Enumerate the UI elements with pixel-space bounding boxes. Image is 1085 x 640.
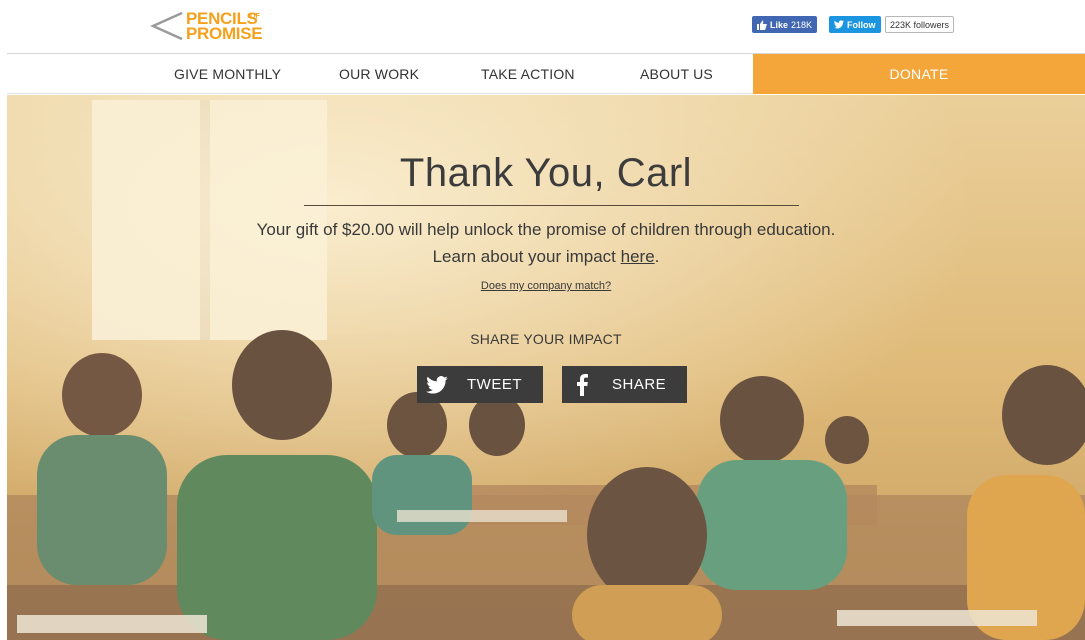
share-your-impact-label: SHARE YOUR IMPACT [470, 331, 622, 347]
facebook-like-label: Like [770, 19, 789, 30]
impact-message-prefix: Learn about your impact [432, 247, 621, 266]
twitter-follow-button[interactable]: Follow [829, 16, 881, 33]
tweet-label: TWEET [467, 376, 522, 393]
facebook-like-button[interactable]: Like 218K [752, 16, 818, 33]
hero-section: Thank You, Carl Your gift of $20.00 will… [7, 95, 1085, 640]
twitter-bird-icon [834, 20, 844, 29]
logo-chevron-icon [150, 11, 183, 41]
gift-message: Your gift of $20.00 will help unlock the… [256, 220, 836, 239]
nav-about-us[interactable]: ABOUT US [640, 54, 713, 94]
impact-message-suffix: . [654, 247, 660, 266]
pencils-of-promise-logo[interactable]: PENCILS PROMISE OF [150, 8, 263, 44]
company-match-link[interactable]: Does my company match? [7, 280, 1085, 292]
nav-give-monthly[interactable]: GIVE MONTHLY [174, 54, 281, 94]
thumbs-up-icon [757, 20, 767, 30]
share-label: SHARE [612, 376, 667, 393]
thank-you-heading: Thank You, Carl [399, 151, 693, 195]
top-bar: PENCILS PROMISE OF Like 218K Follow 223K… [0, 0, 1085, 53]
impact-here-link[interactable]: here [621, 247, 655, 266]
facebook-f-icon [562, 373, 602, 396]
heading-divider [304, 205, 799, 206]
twitter-followers-count[interactable]: 223K followers [885, 16, 955, 33]
nav-our-work[interactable]: OUR WORK [339, 54, 419, 94]
impact-message: Learn about your impact here. [7, 247, 1085, 267]
main-nav: GIVE MONTHLY OUR WORK TAKE ACTION ABOUT … [7, 54, 1085, 94]
facebook-share-button[interactable]: SHARE [562, 366, 687, 403]
nav-take-action[interactable]: TAKE ACTION [481, 54, 575, 94]
facebook-like-count: 218K [791, 19, 813, 30]
logo-word-bottom: PROMISE [186, 24, 263, 43]
donate-button[interactable]: DONATE [753, 54, 1085, 94]
logo-word-or: OF [250, 13, 260, 20]
twitter-follow-label: Follow [847, 19, 876, 30]
twitter-bird-icon [417, 375, 457, 394]
tweet-button[interactable]: TWEET [417, 366, 543, 403]
